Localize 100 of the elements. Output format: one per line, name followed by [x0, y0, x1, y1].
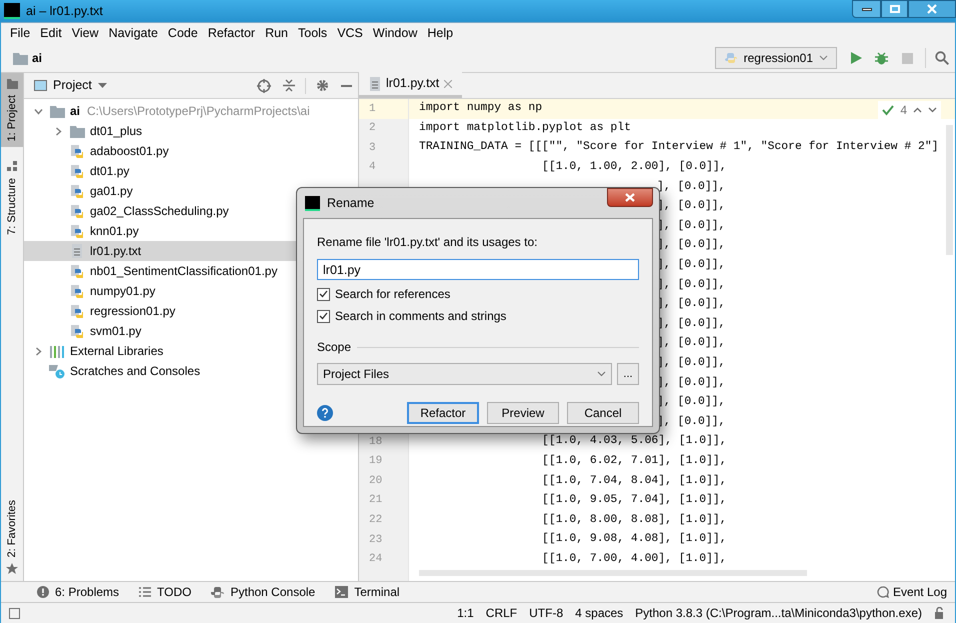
tool-window-button[interactable]: 6: Problems: [37, 583, 120, 601]
editor-tab[interactable]: lr01.py.txt: [359, 72, 462, 98]
python-file-icon: [70, 324, 84, 338]
panel-title[interactable]: Project: [53, 76, 92, 95]
tree-item-label: adaboost01.py: [90, 143, 169, 160]
line-number: 4: [368, 160, 377, 176]
tool-window-label: 6: Problems: [55, 584, 120, 601]
menu-item[interactable]: Navigate: [104, 24, 163, 43]
close-button[interactable]: [607, 188, 653, 207]
debug-bug-icon[interactable]: [875, 52, 888, 64]
code-line: [[1.0, 9.08, 4.08], [1.0]],: [541, 532, 727, 548]
tree-item[interactable]: dt01_plus: [24, 121, 358, 141]
python-file-icon: [70, 264, 84, 278]
search-icon[interactable]: [935, 51, 949, 65]
panel-toggle-icon[interactable]: [9, 608, 20, 618]
minimize-button[interactable]: [852, 0, 881, 18]
horizontal-scrollbar[interactable]: [419, 570, 807, 576]
code-line: TRAINING_DATA = [[["", "Score for Interview # 1", "Score for Interview # 2"]: [419, 140, 938, 156]
line-number: 23: [368, 532, 384, 548]
window-title: ai – lr01.py.txt: [26, 2, 103, 20]
vertical-scrollbar[interactable]: [946, 125, 953, 255]
inspection-widget[interactable]: 4: [878, 101, 941, 119]
line-number: 24: [368, 552, 384, 568]
tool-window-tab[interactable]: 2: Favorites: [1, 494, 23, 581]
run-config-dropdown[interactable]: regression01: [714, 47, 837, 69]
code-line: [[1.0, 6.02, 7.01], [1.0]],: [541, 454, 727, 469]
locate-icon[interactable]: [257, 78, 271, 92]
structure-icon: [6, 161, 18, 172]
new-name-field[interactable]: lr01.py: [317, 259, 639, 280]
tool-window-tab[interactable]: 1: Project: [1, 73, 23, 148]
close-icon[interactable]: [444, 80, 452, 88]
status-item[interactable]: CRLF: [486, 604, 518, 622]
menu-item[interactable]: Help: [422, 24, 458, 43]
tree-item-label: External Libraries: [70, 343, 164, 360]
folder-icon: [50, 104, 64, 118]
close-button[interactable]: [908, 0, 956, 18]
star-icon: [6, 563, 18, 575]
status-item[interactable]: UTF-8: [529, 604, 564, 622]
tree-item-label: regression01.py: [90, 303, 176, 320]
menu-item[interactable]: Window: [368, 24, 422, 43]
line-number: 3: [368, 140, 377, 156]
event-log-button[interactable]: Event Log: [876, 583, 947, 601]
checkmark-icon: [319, 290, 328, 298]
dialog-button[interactable]: Refactor: [407, 402, 479, 424]
tool-window-tab[interactable]: 7: Structure: [1, 155, 23, 242]
folder-icon: [13, 52, 28, 64]
menu-item[interactable]: View: [66, 24, 104, 43]
python-icon: [724, 51, 738, 65]
dialog-title: Rename: [327, 194, 374, 212]
tool-window-button[interactable]: TODO: [139, 583, 192, 601]
menu-item[interactable]: Code: [162, 24, 203, 43]
checkmark-icon: [882, 104, 894, 116]
terminal-icon: [335, 586, 348, 598]
lock-icon[interactable]: [934, 607, 945, 619]
scope-dropdown[interactable]: Project Files: [317, 363, 612, 385]
library-icon: [50, 344, 64, 358]
tree-item[interactable]: adaboost01.py: [24, 141, 358, 161]
tree-item-label: numpy01.py: [90, 283, 156, 300]
menu-item[interactable]: Tools: [293, 24, 332, 43]
dialog-button[interactable]: Preview: [487, 402, 559, 424]
menu-item[interactable]: File: [5, 24, 36, 43]
menu-item[interactable]: Run: [260, 24, 293, 43]
tool-window-button[interactable]: Terminal: [335, 583, 400, 601]
checkbox[interactable]: [317, 310, 330, 322]
status-item[interactable]: 1:1: [457, 604, 474, 622]
text-file-icon: [71, 244, 83, 258]
line-number: 22: [368, 513, 384, 528]
caret-icon[interactable]: [98, 83, 107, 88]
python-file-icon: [70, 204, 84, 218]
python-icon: [211, 586, 224, 598]
menu-item[interactable]: Refactor: [202, 24, 260, 43]
code-line: [[1.0, 7.00, 4.00], [1.0]],: [541, 552, 727, 567]
maximize-button[interactable]: [881, 0, 908, 18]
tree-item[interactable]: dt01.py: [24, 161, 358, 181]
python-file-icon: [70, 164, 84, 178]
code-line: [[1.0, 4.03, 5.06], [1.0]],: [541, 434, 727, 450]
close-icon: [625, 193, 635, 202]
line-number: 18: [368, 434, 384, 450]
collapse-all-icon[interactable]: [283, 79, 295, 92]
help-icon[interactable]: [317, 405, 333, 421]
text-file-icon: [369, 76, 381, 90]
menu-item[interactable]: VCS: [332, 24, 368, 43]
code-line: import matplotlib.pyplot as plt: [419, 120, 631, 136]
menu-item[interactable]: Edit: [35, 24, 67, 43]
checkbox[interactable]: [317, 288, 330, 300]
minimize-panel-icon[interactable]: [341, 84, 352, 86]
tree-item[interactable]: ai C:\Users\PrototypePrj\PycharmProjects\ai: [24, 101, 358, 121]
dialog-button[interactable]: Cancel: [567, 402, 639, 424]
status-item[interactable]: Python 3.8.3 (C:\Program...ta\Miniconda3\python.exe): [635, 604, 922, 622]
scratches-icon: [49, 364, 65, 378]
checkmark-icon: [319, 312, 328, 320]
settings-icon[interactable]: [316, 79, 329, 92]
code-line: [[1.0, 1.00, 2.00], [0.0]],: [541, 160, 727, 176]
browse-button[interactable]: ...: [617, 363, 639, 385]
run-icon[interactable]: [851, 52, 862, 64]
status-item[interactable]: 4 spaces: [575, 604, 624, 622]
tree-item-label: ga02_ClassScheduling.py: [90, 203, 229, 220]
tool-window-button[interactable]: Python Console: [211, 583, 316, 601]
tree-item-label: Scratches and Consoles: [70, 363, 200, 380]
breadcrumb[interactable]: ai: [32, 49, 42, 67]
